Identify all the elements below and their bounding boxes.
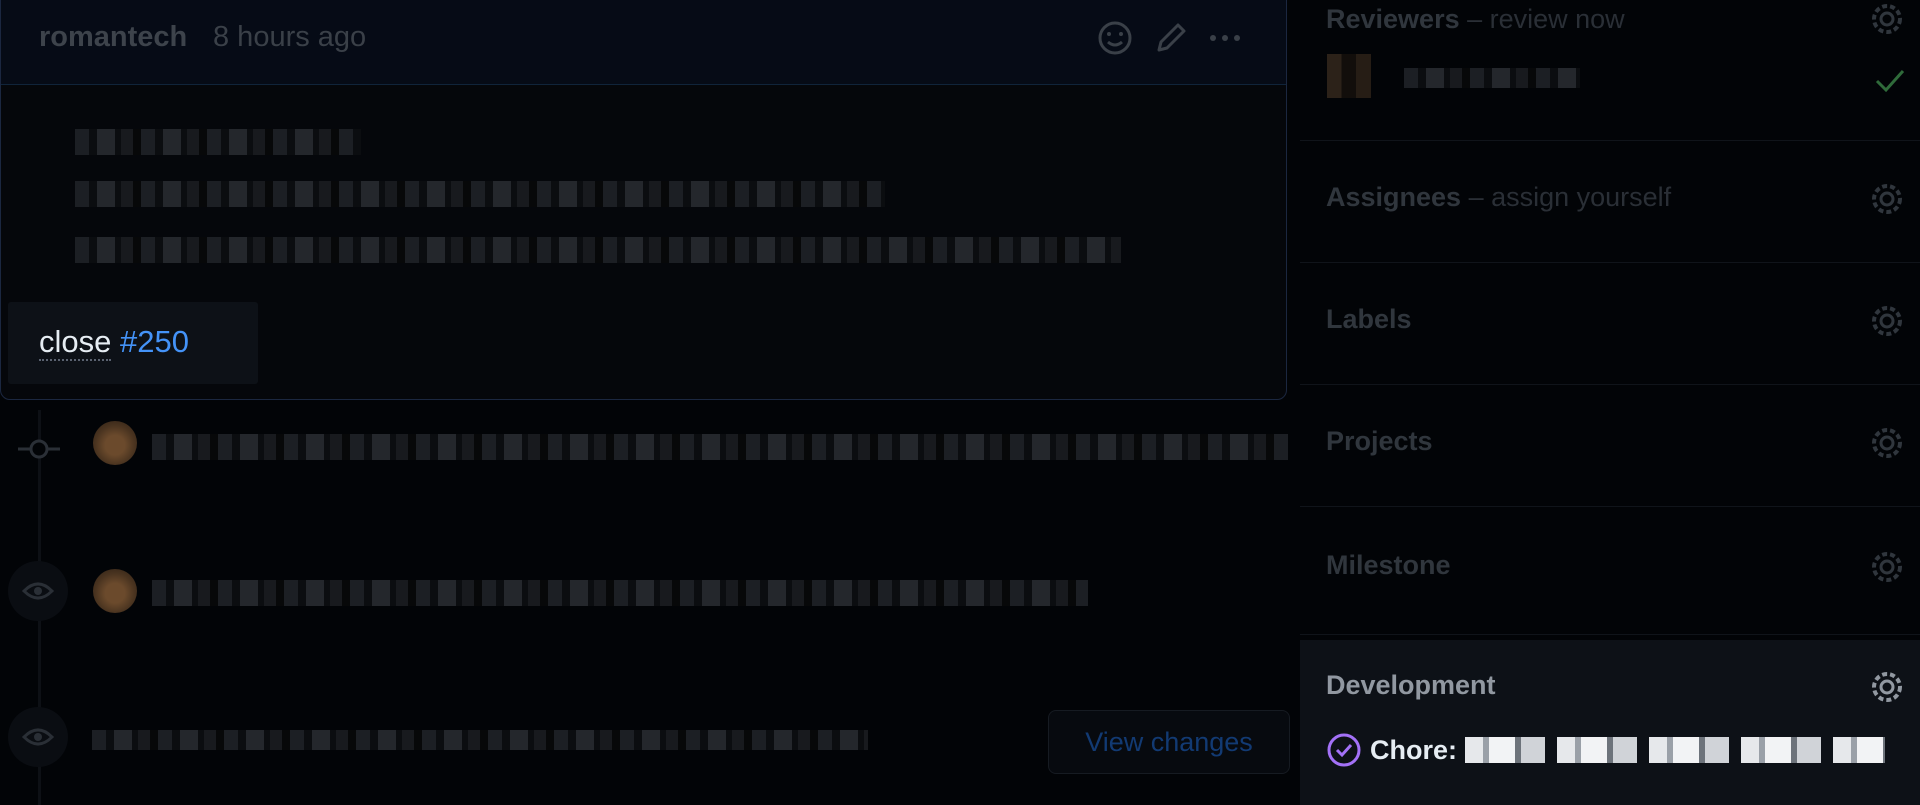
reviewers-title[interactable]: Reviewers – review now [1326,4,1625,35]
redacted-pr-title [1465,737,1885,763]
close-keyword-popover: close #250 [8,302,258,384]
review-event [8,707,68,767]
projects-title[interactable]: Projects [1326,426,1433,457]
reviewers-label: Reviewers [1326,4,1460,34]
assign-yourself-link[interactable]: – assign yourself [1461,182,1672,212]
comment-author[interactable]: romantech [39,21,187,54]
labels-section: Labels [1300,262,1920,385]
assignees-section: Assignees – assign yourself [1300,140,1920,263]
redacted-commit-text [152,434,1288,460]
review-event [8,561,68,621]
close-keyword: close [39,324,112,361]
reviewers-section: Reviewers – review now [1300,0,1920,141]
comment-header: romantech 8 hours ago [1,0,1286,85]
gear-icon[interactable] [1868,180,1906,218]
issue-link[interactable]: #250 [120,324,189,359]
redacted-text [75,181,885,207]
development-section: Development Chore: [1300,640,1920,805]
check-icon [1875,69,1905,93]
gear-icon[interactable] [1868,548,1906,586]
assignees-label: Assignees [1326,182,1462,212]
close-keyword-text: close #250 [39,324,189,361]
milestone-section: Milestone [1300,506,1920,635]
pr-merged-icon [1327,733,1361,767]
commit-icon [18,439,60,459]
labels-title[interactable]: Labels [1326,304,1412,335]
redacted-text [75,237,1121,263]
view-changes-button[interactable]: View changes [1048,710,1290,774]
gear-icon[interactable] [1868,302,1906,340]
projects-section: Projects [1300,384,1920,507]
gear-icon[interactable] [1868,668,1906,706]
milestone-title[interactable]: Milestone [1326,550,1451,581]
eye-icon [22,582,54,600]
redacted-reviewer-name [1404,68,1580,88]
gear-icon[interactable] [1868,424,1906,462]
linked-pr-prefix: Chore: [1370,734,1457,765]
reviewer-avatar[interactable] [1327,54,1371,98]
redacted-review-text [152,580,1088,606]
kebab-icon[interactable] [1205,18,1245,58]
avatar[interactable] [93,421,137,465]
avatar[interactable] [93,569,137,613]
assignees-title[interactable]: Assignees – assign yourself [1326,182,1671,213]
redacted-review-text [92,730,868,750]
redacted-text [75,129,361,155]
comment-time[interactable]: 8 hours ago [213,21,366,54]
review-now-link[interactable]: – review now [1460,4,1625,34]
smiley-icon[interactable] [1095,18,1135,58]
development-title[interactable]: Development [1326,670,1496,701]
linked-pr[interactable]: Chore: [1326,732,1885,768]
pencil-icon[interactable] [1151,18,1191,58]
eye-icon [22,728,54,746]
gear-icon[interactable] [1868,0,1906,38]
